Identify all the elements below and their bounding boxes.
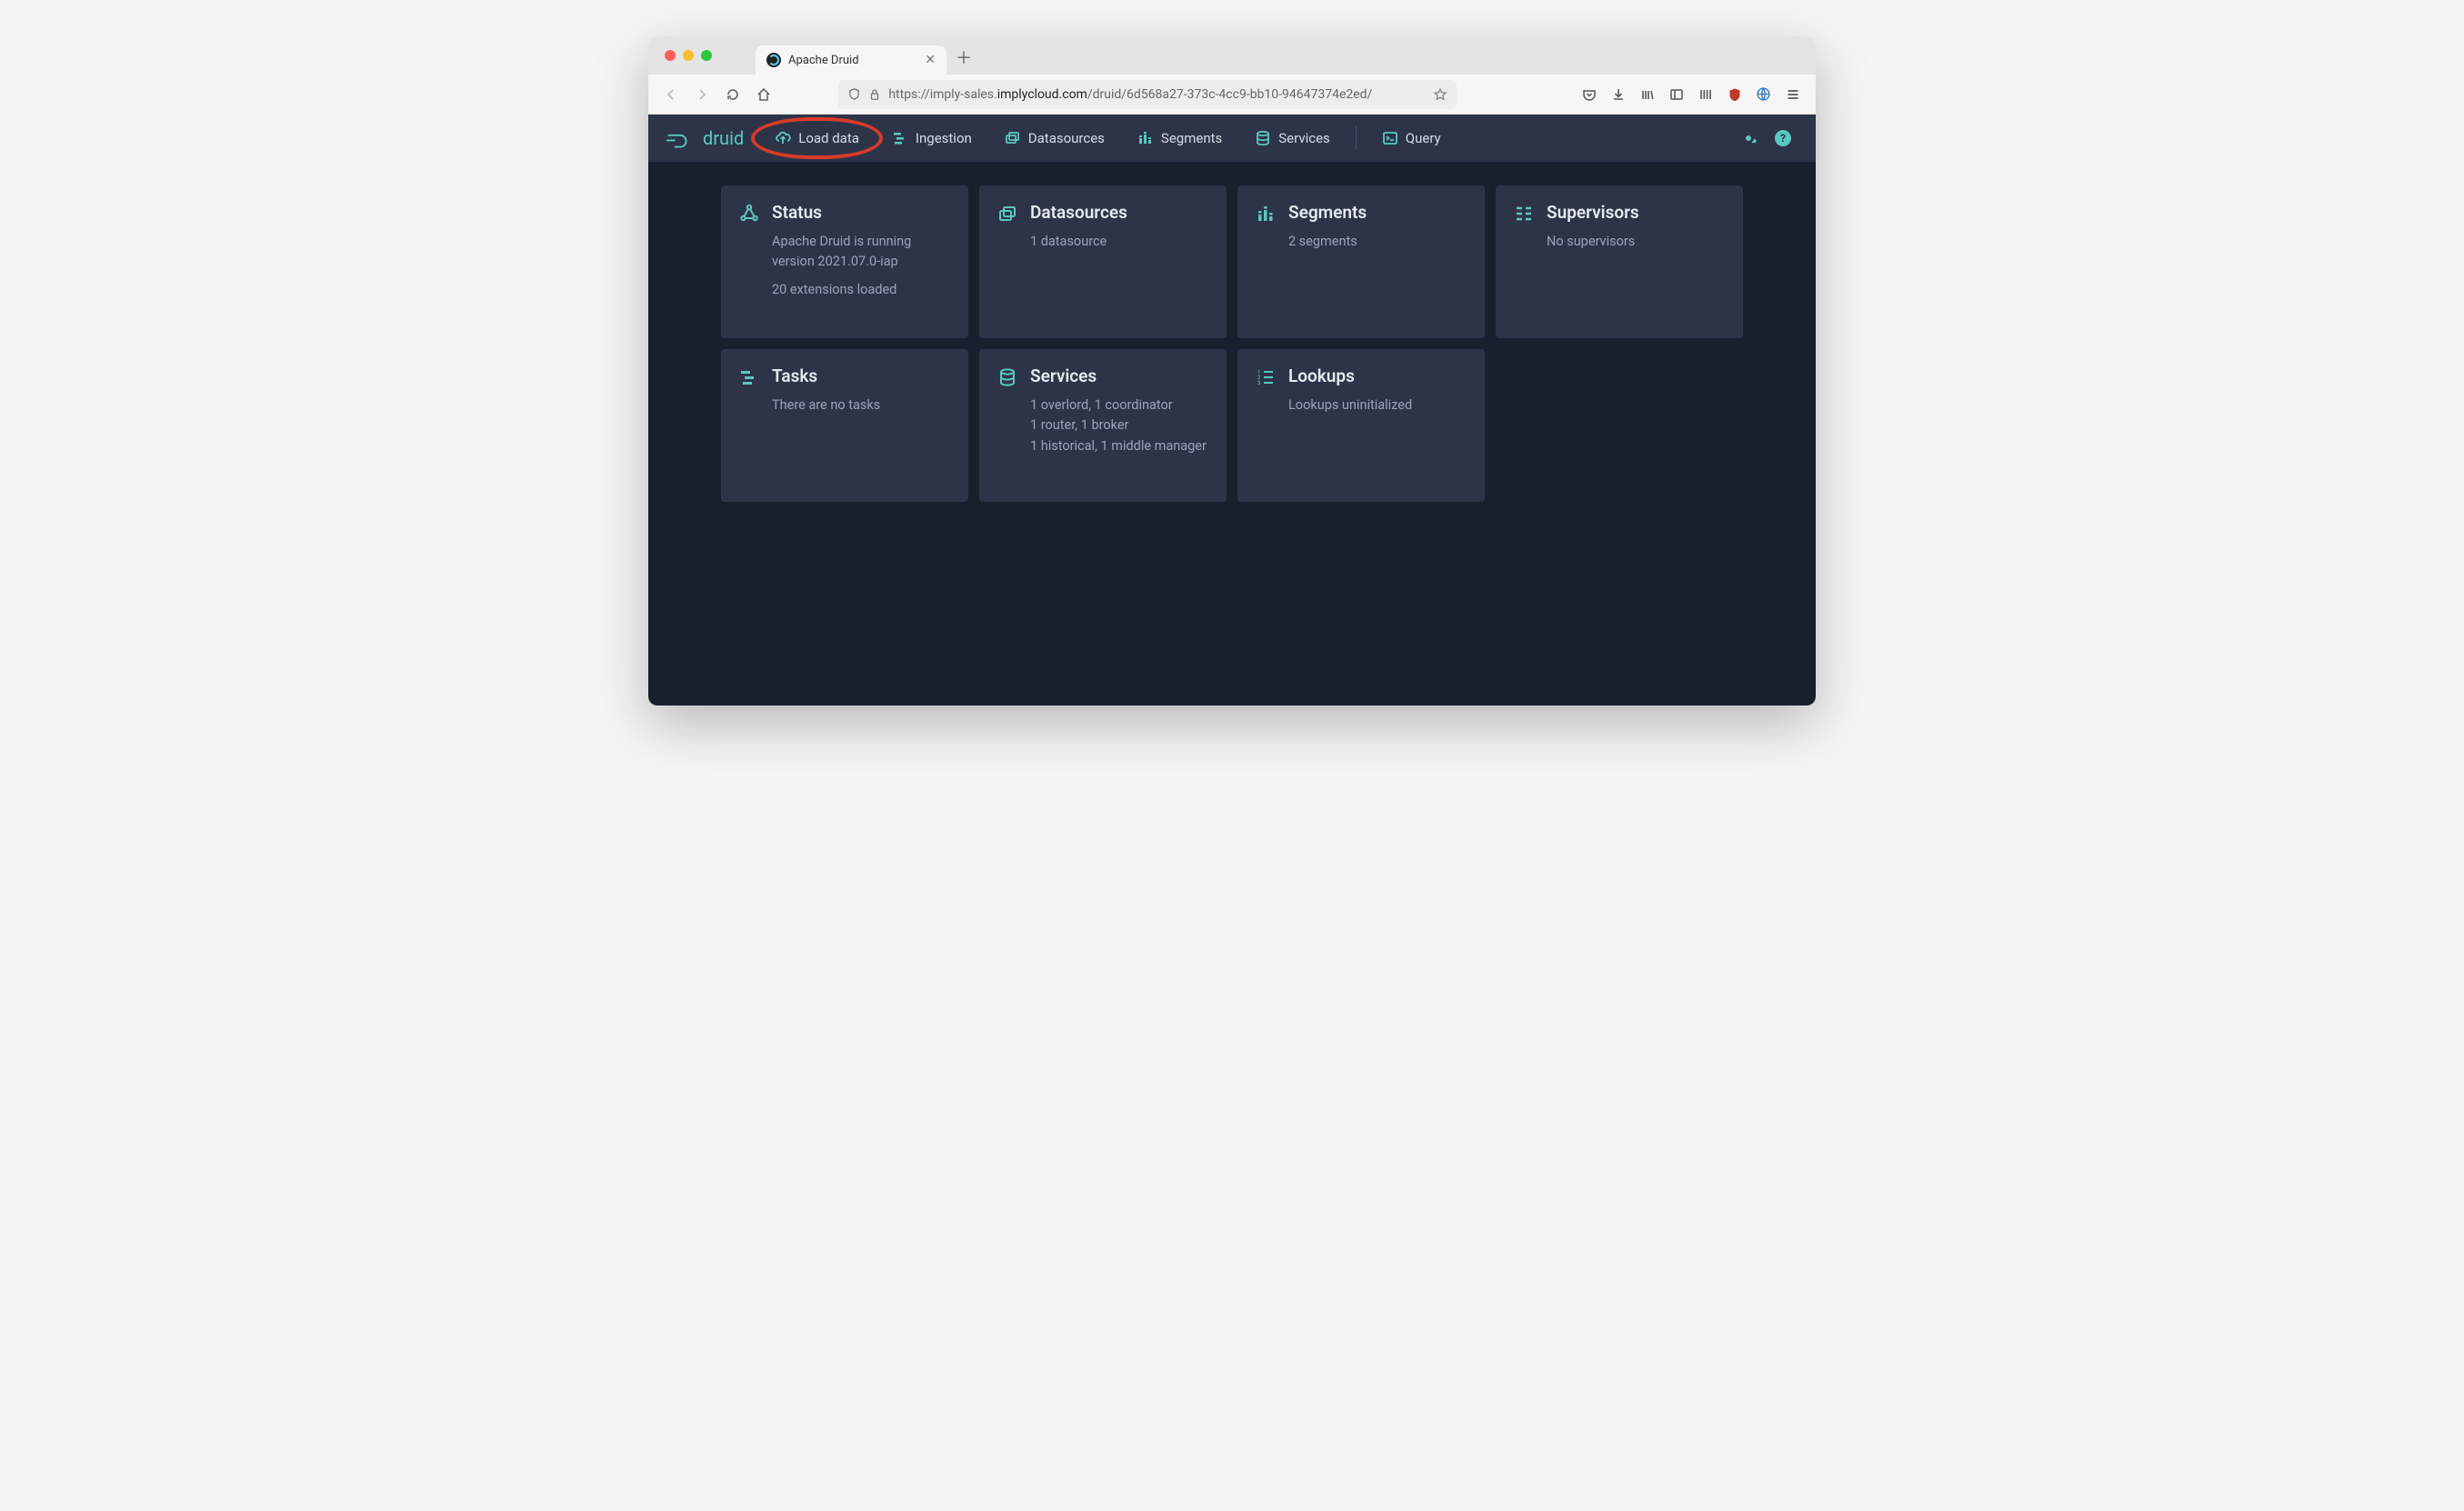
nav-divider: [1356, 126, 1357, 150]
bookmark-star-icon[interactable]: [1433, 87, 1447, 102]
nav-reload-button[interactable]: [719, 81, 746, 108]
lock-icon: [868, 88, 881, 101]
app-nav: druid Load data Ingestion Datasourc: [648, 115, 1816, 162]
tab-title: Apache Druid: [788, 54, 859, 67]
help-icon[interactable]: ?: [1768, 124, 1798, 153]
gantt-icon: [892, 130, 908, 146]
nav-label: Services: [1278, 130, 1330, 146]
card-tasks[interactable]: Tasks There are no tasks: [721, 349, 968, 502]
list-columns-icon: [1514, 204, 1534, 320]
card-lookups[interactable]: 123 Lookups Lookups uninitialized: [1237, 349, 1485, 502]
nav-label: Load data: [798, 130, 859, 146]
multi-mask-icon: [997, 204, 1017, 320]
nav-home-button[interactable]: [750, 81, 777, 108]
druid-logo[interactable]: druid: [666, 127, 744, 149]
card-line: 1 overlord, 1 coordinator: [1030, 395, 1208, 415]
brand-name: druid: [703, 127, 744, 149]
card-title: Datasources: [1030, 202, 1208, 223]
nav-label: Ingestion: [916, 130, 972, 146]
nav-ingestion[interactable]: Ingestion: [879, 123, 985, 154]
window-close-button[interactable]: [665, 50, 676, 61]
url-text: https://imply-sales.implycloud.com/druid…: [888, 87, 1426, 102]
window-maximize-button[interactable]: [701, 50, 712, 61]
card-title: Tasks: [772, 365, 950, 386]
database-icon: [997, 367, 1017, 484]
new-tab-button[interactable]: ＋: [947, 40, 981, 75]
hamburger-menu-icon[interactable]: [1779, 81, 1807, 108]
upload-cloud-icon: [775, 130, 791, 146]
card-title: Services: [1030, 365, 1208, 386]
numbered-list-icon: 123: [1256, 367, 1276, 484]
multi-mask-icon: [1005, 130, 1021, 146]
console-icon: [1382, 130, 1398, 146]
card-line: 20 extensions loaded: [772, 280, 950, 300]
card-line: 2 segments: [1288, 232, 1467, 252]
address-bar[interactable]: https://imply-sales.implycloud.com/druid…: [838, 80, 1457, 109]
card-title: Segments: [1288, 202, 1467, 223]
card-status[interactable]: Status Apache Druid is running version 2…: [721, 185, 968, 338]
card-segments[interactable]: Segments 2 segments: [1237, 185, 1485, 338]
card-line: No supervisors: [1547, 232, 1725, 252]
window-minimize-button[interactable]: [683, 50, 694, 61]
dashboard-cards: Status Apache Druid is running version 2…: [648, 162, 1816, 525]
adblock-shield-icon[interactable]: [1721, 81, 1748, 108]
browser-window: Apache Druid ✕ ＋ https://imply-sales.imp: [648, 36, 1816, 705]
nav-forward-button[interactable]: [688, 81, 716, 108]
pocket-icon[interactable]: [1576, 81, 1603, 108]
browser-toolbar: https://imply-sales.implycloud.com/druid…: [648, 75, 1816, 115]
nav-services[interactable]: Services: [1242, 123, 1343, 154]
druid-app: druid Load data Ingestion Datasourc: [648, 115, 1816, 705]
sidebar-toggle-icon[interactable]: [1663, 81, 1690, 108]
shield-outline-icon: [847, 87, 861, 101]
database-icon: [1255, 130, 1271, 146]
tab-favicon: [766, 53, 781, 67]
card-line: 1 datasource: [1030, 232, 1208, 252]
window-controls: [657, 36, 719, 75]
nav-query[interactable]: Query: [1369, 123, 1454, 154]
card-line: There are no tasks: [772, 395, 950, 415]
card-line: Apache Druid is running version 2021.07.…: [772, 232, 950, 273]
nav-load-data[interactable]: Load data: [762, 123, 872, 154]
browser-tab[interactable]: Apache Druid ✕: [756, 45, 947, 75]
library-icon[interactable]: [1634, 81, 1661, 108]
card-title: Supervisors: [1547, 202, 1725, 223]
settings-gear-icon[interactable]: [1734, 124, 1763, 153]
nav-segments[interactable]: Segments: [1125, 123, 1235, 154]
gantt-icon: [739, 367, 759, 484]
svg-text:3: 3: [1257, 380, 1260, 386]
nav-label: Datasources: [1028, 130, 1105, 146]
stacked-chart-icon: [1256, 204, 1276, 320]
card-line: 1 router, 1 broker: [1030, 415, 1208, 435]
card-line: Lookups uninitialized: [1288, 395, 1467, 415]
card-datasources[interactable]: Datasources 1 datasource: [979, 185, 1227, 338]
tab-close-button[interactable]: ✕: [925, 53, 936, 67]
nav-label: Query: [1406, 130, 1441, 146]
card-title: Lookups: [1288, 365, 1467, 386]
stacked-chart-icon: [1137, 130, 1154, 146]
extension-grid-icon[interactable]: [1692, 81, 1719, 108]
browser-toolbar-icons: [1576, 81, 1807, 108]
card-supervisors[interactable]: Supervisors No supervisors: [1496, 185, 1743, 338]
graph-icon: [739, 204, 759, 320]
nav-back-button[interactable]: [657, 81, 685, 108]
nav-label: Segments: [1161, 130, 1222, 146]
account-globe-icon[interactable]: [1750, 81, 1778, 108]
svg-text:?: ?: [1780, 132, 1786, 145]
downloads-icon[interactable]: [1605, 81, 1632, 108]
card-title: Status: [772, 202, 950, 223]
card-services[interactable]: Services 1 overlord, 1 coordinator 1 rou…: [979, 349, 1227, 502]
browser-tab-bar: Apache Druid ✕ ＋: [648, 36, 1816, 75]
nav-datasources[interactable]: Datasources: [992, 123, 1117, 154]
card-line: 1 historical, 1 middle manager: [1030, 436, 1208, 456]
